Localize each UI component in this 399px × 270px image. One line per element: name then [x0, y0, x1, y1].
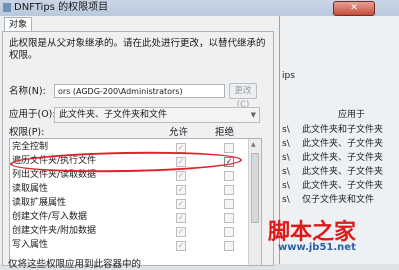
- allow-checkbox[interactable]: ✓: [176, 199, 186, 209]
- scroll-up-icon[interactable]: ▲: [251, 141, 256, 148]
- bg-apply-item: 此文件夹、子文件夹: [302, 153, 384, 163]
- permission-name: 读取属性: [12, 184, 49, 194]
- bg-apply-header: 应用于: [338, 110, 366, 120]
- permission-name: 创建文件/写入数据: [12, 212, 88, 222]
- allow-checkbox[interactable]: ✓: [176, 213, 186, 223]
- bg-row-marker: s\: [282, 167, 290, 177]
- permission-row: 读取扩展属性 ✓: [10, 197, 247, 210]
- deny-checkbox[interactable]: [224, 143, 234, 153]
- bg-apply-item: 此文件夹、子文件夹: [302, 139, 384, 149]
- bg-apply-item: 仅子文件夹和文件: [302, 195, 375, 205]
- close-button[interactable]: ✕: [333, 1, 375, 16]
- bg-apply-item: 此文件夹、子文件夹: [302, 181, 384, 191]
- chevron-down-icon: ▼: [250, 111, 256, 119]
- deny-checkbox[interactable]: [224, 171, 234, 181]
- allow-checkbox[interactable]: ✓: [176, 227, 186, 237]
- allow-checkbox[interactable]: ✓: [176, 241, 186, 251]
- bg-row-marker: s\: [282, 139, 290, 149]
- deny-checkbox[interactable]: [224, 185, 234, 195]
- permission-row: 写入属性 ✓: [10, 239, 247, 252]
- watermark-url: www.jb51.net: [278, 242, 356, 253]
- apply-to-select[interactable]: 此文件夹、子文件夹和文件 ▼: [54, 107, 260, 123]
- permission-name: 完全控制: [12, 142, 49, 152]
- scrollbar-thumb[interactable]: [251, 153, 259, 223]
- bg-row-marker: s\: [282, 195, 290, 205]
- apply-to-label: 应用于(O):: [9, 109, 56, 120]
- tab-object[interactable]: 对象: [4, 17, 32, 32]
- deny-checkbox[interactable]: [224, 241, 234, 251]
- change-button[interactable]: 更改(C): [229, 83, 257, 110]
- bg-apply-item: 此文件夹和子文件夹: [302, 125, 384, 135]
- window-title: DNFTips 的权限项目: [14, 2, 109, 13]
- folder-icon: [3, 3, 11, 12]
- permission-row: 读取属性 ✓: [10, 183, 247, 196]
- name-label: 名称(N):: [9, 86, 46, 97]
- deny-checkbox[interactable]: [224, 199, 234, 209]
- permission-row: 创建文件/写入数据 ✓: [10, 211, 247, 224]
- bg-row-marker: s\: [282, 181, 290, 191]
- permission-name: 读取扩展属性: [12, 198, 67, 208]
- permission-row: 创建文件夹/附加数据 ✓: [10, 225, 247, 238]
- deny-checkbox[interactable]: [224, 227, 234, 237]
- bg-row-marker: s\: [282, 125, 290, 135]
- permission-entry-dialog: 对象 此权限是从父对象继承的。请在此处进行更改，以替代继承的权限。 名称(N):…: [0, 16, 280, 270]
- apply-to-value: 此文件夹、子文件夹和文件: [59, 110, 168, 120]
- bg-row-marker: s\: [282, 153, 290, 163]
- bg-apply-item: 此文件夹、子文件夹: [302, 167, 384, 177]
- allow-checkbox[interactable]: ✓: [176, 171, 186, 181]
- permission-name: 创建文件夹/附加数据: [12, 226, 97, 236]
- apply-to-container-note: 仅将这些权限应用到此容器中的: [8, 259, 142, 270]
- allow-checkbox[interactable]: ✓: [176, 185, 186, 195]
- inheritance-description: 此权限是从父对象继承的。请在此处进行更改，以替代继承的权限。: [9, 38, 266, 61]
- bg-tips-text: ips: [282, 71, 295, 81]
- permission-name: 写入属性: [12, 240, 49, 250]
- title-bar: DNFTips 的权限项目 ✕: [0, 0, 399, 16]
- permissions-scrollbar[interactable]: ▲: [248, 139, 261, 265]
- name-field[interactable]: ors (AGDG-200\Administrators): [54, 84, 225, 98]
- deny-checkbox[interactable]: [224, 213, 234, 223]
